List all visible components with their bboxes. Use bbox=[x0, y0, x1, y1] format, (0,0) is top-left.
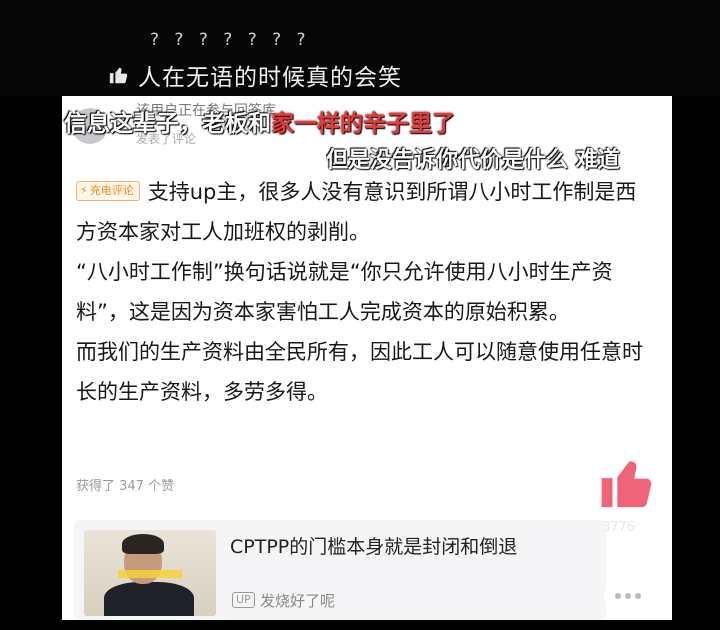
up-badge-icon: UP bbox=[232, 592, 255, 608]
thumbnail-caption-strip bbox=[118, 570, 182, 578]
headline-text: 人在无语的时候真的会笑 bbox=[138, 65, 402, 91]
thumbnail-person-hair bbox=[122, 534, 164, 554]
video-title[interactable]: CPTPP的门槛本身就是封闭和倒退 bbox=[230, 532, 517, 559]
danmaku-line-2: 但是没告诉你代价是什么 难道 bbox=[326, 148, 620, 173]
danmaku-line-1-white: 信息这辈子，老板和 bbox=[64, 111, 271, 137]
video-thumbnail[interactable] bbox=[84, 530, 216, 616]
likes-count-text: 获得了 347 个赞 bbox=[76, 479, 175, 494]
comment-text-3: 而我们的生产资料由全民所有，因此工人可以随意使用任意时长的生产资料，多劳多得。 bbox=[76, 340, 643, 404]
comment-body: ⚡ 充电评论 支持up主，很多人没有意识到所谓八小时工作制是西方资本家对工人加班权的… bbox=[76, 172, 656, 412]
like-button[interactable] bbox=[598, 454, 656, 512]
badge-label: 充电评论 bbox=[89, 184, 134, 197]
headline: 人在无语的时候真的会笑 bbox=[108, 58, 402, 92]
comment-button[interactable] bbox=[600, 572, 656, 624]
thumbs-up-icon bbox=[108, 64, 130, 86]
charge-comment-badge: ⚡ 充电评论 bbox=[76, 181, 140, 201]
danmaku-line-1: 信息这辈子，老板和家一样的辛子里了 bbox=[64, 104, 455, 138]
like-icon bbox=[601, 461, 652, 508]
like-count: 8776 bbox=[602, 520, 636, 535]
lightning-icon: ⚡ bbox=[80, 184, 88, 197]
chat-bubble-icon bbox=[604, 576, 652, 620]
thumbnail-person-body bbox=[104, 582, 194, 616]
comment-paragraph-1: ⚡ 充电评论 支持up主，很多人没有意识到所谓八小时工作制是西方资本家对工人加班权的… bbox=[76, 172, 656, 252]
comment-text-2: “八小时工作制”换句话说就是“你只允许使用八小时生产资料”，这是因为资本家害怕工… bbox=[76, 260, 613, 324]
comment-text-1: 支持up主，很多人没有意识到所谓八小时工作制是西方资本家对工人加班权的剥削。 bbox=[76, 180, 637, 244]
danmaku-line-1-red: 家一样的辛子里了 bbox=[271, 111, 455, 137]
question-marks-text: ? ? ? ? ? ? ? bbox=[150, 30, 311, 50]
uploader-name[interactable]: 发烧好了呢 bbox=[260, 590, 335, 611]
